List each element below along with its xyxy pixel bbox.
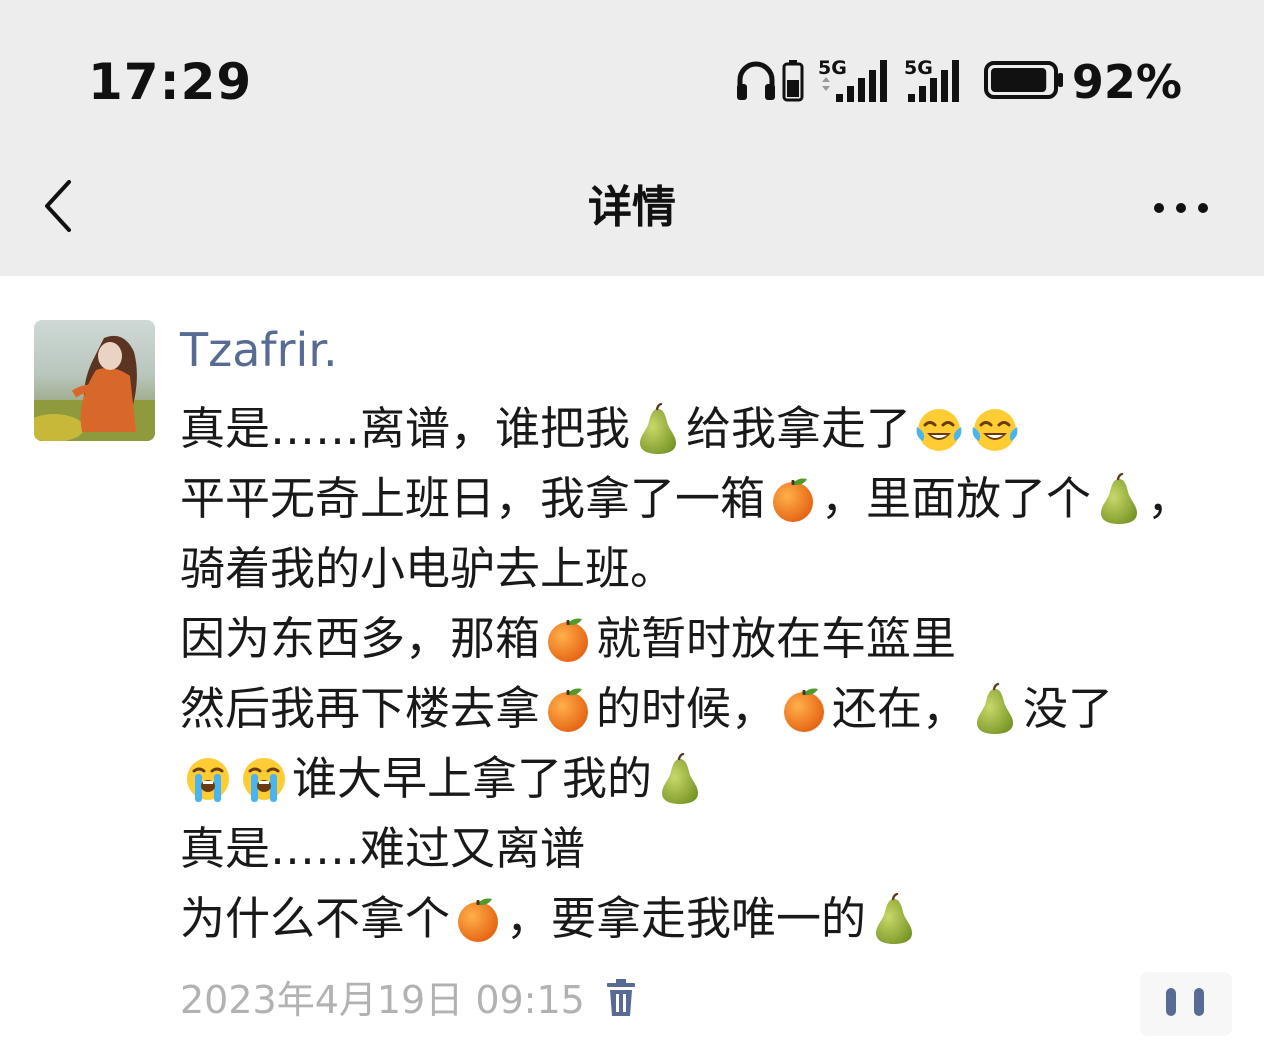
pear-emoji-icon xyxy=(1091,473,1147,525)
orange-emoji-icon xyxy=(776,683,832,735)
post-text: 还在， xyxy=(832,682,968,735)
post-line: 真是……离谱，谁把我 给我拿走了 xyxy=(180,394,1240,464)
comment-button[interactable] xyxy=(1140,972,1232,1036)
post-text: 平平无奇上班日，我拿了一箱 xyxy=(180,472,766,525)
post-text: 给我拿走了 xyxy=(686,402,912,455)
post-text: ，要拿走我唯一的 xyxy=(506,892,867,945)
orange-emoji-icon xyxy=(450,893,506,945)
post-text: 为什么不拿个 xyxy=(180,892,451,945)
post-text: 然后我再下楼去拿 xyxy=(180,682,541,735)
pear-emoji-icon xyxy=(652,753,708,805)
laugh-cry-emoji-icon xyxy=(967,403,1023,455)
timestamp: 2023年4月19日 09:15 xyxy=(180,978,585,1022)
post-meta: 2023年4月19日 09:15 xyxy=(180,972,639,1028)
delete-button[interactable] xyxy=(603,978,639,1022)
post-text: 没了 xyxy=(1023,682,1114,735)
pear-emoji-icon xyxy=(967,683,1023,735)
more-button[interactable] xyxy=(1146,178,1216,238)
battery-icon xyxy=(983,60,1064,104)
loud-cry-emoji-icon xyxy=(180,753,236,805)
post-line: 然后我再下楼去拿 的时候， 还在， 没了 xyxy=(180,674,1240,744)
pear-emoji-icon xyxy=(866,893,922,945)
laugh-cry-emoji-icon xyxy=(911,403,967,455)
more-dots-icon xyxy=(1153,199,1209,218)
username[interactable]: Tzafrir. xyxy=(180,322,338,378)
post-text: 真是……离谱，谁把我 xyxy=(180,402,631,455)
trash-icon xyxy=(605,978,637,1022)
battery-percent: 92% xyxy=(1071,55,1182,109)
post-line: 因为东西多，那箱 就暂时放在车篮里 xyxy=(180,604,1240,674)
post-text: ， xyxy=(1147,472,1193,525)
orange-emoji-icon xyxy=(765,473,821,525)
pear-emoji-icon xyxy=(630,403,686,455)
orange-emoji-icon xyxy=(540,613,596,665)
post-text: 真是……难过又离谱 xyxy=(180,822,586,875)
post-text: 的时候， xyxy=(596,682,777,735)
avatar[interactable] xyxy=(34,320,155,441)
loud-cry-emoji-icon xyxy=(236,753,292,805)
signal1-label: 5G xyxy=(818,57,847,79)
signal-5g-icon: 5G xyxy=(818,56,890,108)
page-title: 详情 xyxy=(588,182,676,233)
post-line: 为什么不拿个 ，要拿走我唯一的 xyxy=(180,884,1240,954)
post-line: 平平无奇上班日，我拿了一箱 ，里面放了个 ， xyxy=(180,464,1240,534)
signal-5g-icon: 5G xyxy=(904,56,970,108)
small-battery-icon xyxy=(782,58,804,106)
orange-emoji-icon xyxy=(540,683,596,735)
post-line: 骑着我的小电驴去上班。 xyxy=(180,534,1240,604)
post-body: 真是……离谱，谁把我 给我拿走了平平无奇上班日，我拿了一箱 ，里面放了个 ， 骑着我的小… xyxy=(180,394,1240,954)
post-line: 真是……难过又离谱 xyxy=(180,814,1240,884)
nav-bar: 详情 xyxy=(0,150,1264,276)
post-text: ，里面放了个 xyxy=(821,472,1092,525)
headphones-icon xyxy=(734,58,778,106)
post-line: 谁大早上拿了我的 xyxy=(180,744,1240,814)
post-text: 谁大早上拿了我的 xyxy=(292,752,653,805)
status-time: 17:29 xyxy=(88,53,253,111)
status-icons: 5G 5G 92% xyxy=(720,52,1182,112)
post-text: 因为东西多，那箱 xyxy=(180,612,541,665)
signal2-label: 5G xyxy=(904,57,933,79)
post-text: 就暂时放在车篮里 xyxy=(596,612,957,665)
comment-dots-icon xyxy=(1158,986,1214,1022)
status-bar: 17:29 5G 5G 92% xyxy=(0,0,1264,150)
post-text: 骑着我的小电驴去上班。 xyxy=(180,542,676,595)
